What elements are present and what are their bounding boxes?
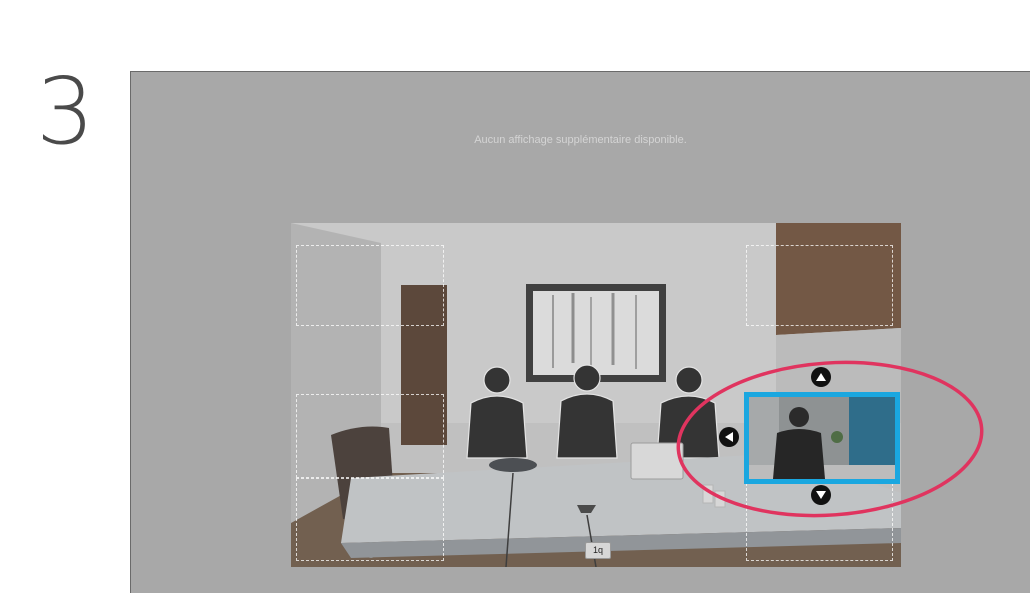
- no-additional-view-notice: Aucun affichage supplémentaire disponibl…: [474, 134, 687, 146]
- arrow-up-icon[interactable]: [811, 367, 831, 387]
- self-view-image: [749, 397, 895, 479]
- self-view-pip[interactable]: [744, 392, 900, 484]
- video-screen: Aucun affichage supplémentaire disponibl…: [130, 71, 1030, 593]
- step-number: 3: [36, 58, 95, 165]
- microphone-label: 1q: [585, 542, 611, 559]
- preset-zone-bottom-left[interactable]: [296, 478, 444, 561]
- arrow-left-icon[interactable]: [719, 427, 739, 447]
- preset-zone-top-left[interactable]: [296, 245, 444, 326]
- arrow-down-icon[interactable]: [811, 485, 831, 505]
- preset-zone-top-right[interactable]: [746, 245, 893, 326]
- preset-zone-mid-left[interactable]: [296, 394, 444, 478]
